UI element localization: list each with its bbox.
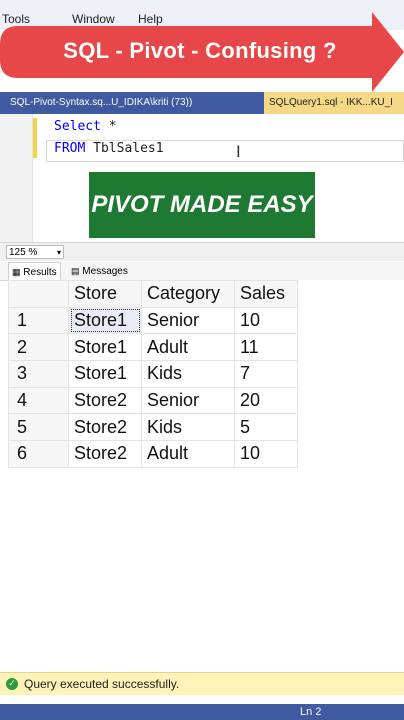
messages-icon: ▤ — [71, 266, 80, 276]
tab-results[interactable]: ▦ Results — [8, 262, 61, 281]
chevron-down-icon[interactable]: ▾ — [57, 246, 61, 260]
cell-category[interactable]: Adult — [141, 440, 235, 468]
table-row: 6 Store2 Adult 10 — [8, 440, 298, 468]
results-table: Store Category Sales 1 Store1 Senior 10 … — [8, 280, 298, 468]
cell-category[interactable]: Adult — [141, 333, 235, 362]
document-tab-bar: SQL-Pivot-Syntax.sq...U_IDIKA\kriti (73)… — [0, 92, 404, 114]
query-status-bar: ✓ Query executed successfully. — [0, 672, 404, 695]
cell-store[interactable]: Store1 — [68, 306, 142, 335]
cell-sales[interactable]: 7 — [234, 360, 298, 388]
tab-sqlquery1[interactable]: SQLQuery1.sql - IKK...KU_I — [264, 92, 404, 114]
select-star: * — [100, 119, 117, 134]
editor-margin — [0, 114, 33, 244]
cell-store[interactable]: Store1 — [68, 333, 142, 362]
cell-store[interactable]: Store1 — [68, 360, 142, 388]
editor-zoom-bar: 125 % ▾ — [0, 242, 404, 261]
current-line-highlight — [46, 140, 404, 162]
cell-sales[interactable]: 20 — [234, 386, 298, 415]
tab-results-label: Results — [23, 267, 57, 278]
banner-text: SQL - Pivot - Confusing ? — [63, 38, 337, 63]
line-number: Ln 2 — [300, 706, 322, 718]
title-banner: SQL - Pivot - Confusing ? — [0, 12, 404, 92]
cell-store[interactable]: Store2 — [68, 413, 142, 442]
cell-sales[interactable]: 10 — [234, 440, 298, 468]
cell-category[interactable]: Senior — [141, 386, 235, 415]
corner-cell[interactable] — [8, 280, 69, 308]
text-cursor-icon: I — [236, 142, 241, 161]
cell-sales[interactable]: 10 — [234, 306, 298, 335]
column-header-sales[interactable]: Sales — [234, 280, 298, 308]
row-number[interactable]: 2 — [8, 333, 69, 362]
status-text: Query executed successfully. — [24, 677, 180, 691]
cell-store[interactable]: Store2 — [68, 386, 142, 415]
cell-sales[interactable]: 11 — [234, 333, 298, 362]
editor-status-bar: Ln 2 — [0, 704, 404, 720]
row-number[interactable]: 4 — [8, 386, 69, 415]
row-number[interactable]: 5 — [8, 413, 69, 442]
cell-category[interactable]: Kids — [141, 360, 235, 388]
row-number[interactable]: 6 — [8, 440, 69, 468]
table-row: 5 Store2 Kids 5 — [8, 413, 298, 442]
check-icon: ✓ — [6, 678, 18, 690]
column-header-store[interactable]: Store — [68, 280, 142, 308]
results-grid[interactable]: Store Category Sales 1 Store1 Senior 10 … — [8, 280, 404, 672]
grid-icon: ▦ — [12, 267, 21, 277]
cell-store[interactable]: Store2 — [68, 440, 142, 468]
zoom-value: 125 % — [9, 247, 38, 258]
zoom-select[interactable]: 125 % ▾ — [6, 245, 64, 259]
tab-messages-label: Messages — [82, 266, 128, 277]
tab-messages[interactable]: ▤ Messages — [68, 262, 131, 280]
cell-category[interactable]: Kids — [141, 413, 235, 442]
row-number[interactable]: 3 — [8, 360, 69, 388]
tab-sql-pivot-syntax[interactable]: SQL-Pivot-Syntax.sq...U_IDIKA\kriti (73)… — [0, 92, 262, 114]
change-indicator — [33, 118, 37, 158]
pivot-made-easy-overlay: PIVOT MADE EASY — [89, 172, 315, 238]
table-row: 3 Store1 Kids 7 — [8, 360, 298, 388]
table-row: 4 Store2 Senior 20 — [8, 386, 298, 415]
cell-sales[interactable]: 5 — [234, 413, 298, 442]
table-row: 1 Store1 Senior 10 — [8, 306, 298, 335]
cell-category[interactable]: Senior — [141, 306, 235, 335]
keyword-select: Select — [54, 119, 101, 134]
table-row: 2 Store1 Adult 11 — [8, 333, 298, 362]
row-number[interactable]: 1 — [8, 306, 69, 335]
table-header-row: Store Category Sales — [8, 280, 298, 308]
results-tab-bar: ▦ Results ▤ Messages — [0, 262, 404, 281]
column-header-category[interactable]: Category — [141, 280, 235, 308]
